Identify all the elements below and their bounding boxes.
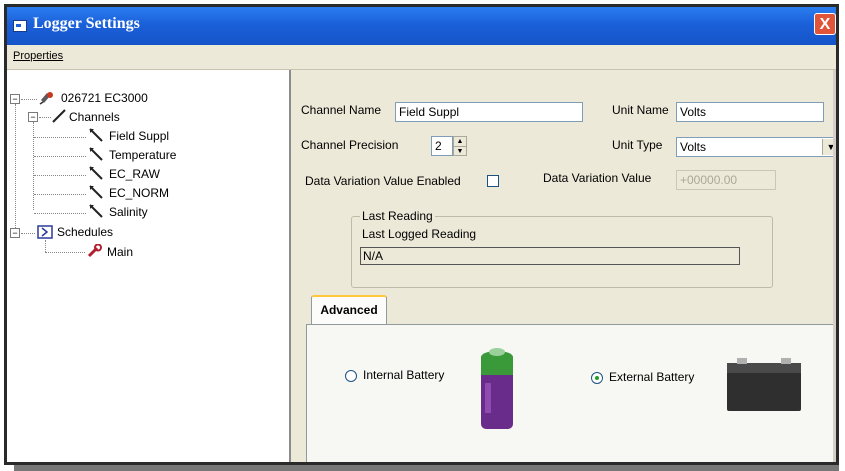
external-battery-radio[interactable] [591,372,603,384]
probe-icon [89,185,103,199]
panel-edge [833,70,836,462]
tree-root-label[interactable]: 026721 EC3000 [61,91,148,105]
dv-value-label: Data Variation Value [543,171,652,185]
window-shadow [14,465,839,471]
tree-schedules-label[interactable]: Schedules [57,225,113,239]
tree-connector [34,137,86,138]
channels-expander[interactable]: − [28,112,38,122]
probe-icon [89,204,103,218]
external-battery-label[interactable]: External Battery [609,370,694,384]
advanced-tab-panel: Internal Battery External Battery [306,324,836,462]
tree-channel-salinity[interactable]: Salinity [109,205,148,219]
tree-channel-field-suppl[interactable]: Field Suppl [109,129,169,143]
tree-connector [21,233,35,234]
channel-name-label: Channel Name [301,103,382,117]
tab-advanced[interactable]: Advanced [311,295,387,325]
unit-name-input[interactable]: Volts [676,102,824,122]
unit-type-value: Volts [680,140,707,154]
channel-precision-label: Channel Precision [301,138,399,152]
tree-connector [33,122,34,210]
schedule-icon [37,225,53,239]
internal-battery-radio[interactable] [345,370,357,382]
last-logged-reading-value: N/A [360,247,740,265]
tree-channel-ec-raw[interactable]: EC_RAW [109,167,160,181]
tree-connector [45,240,46,252]
internal-battery-image [481,348,513,429]
channel-precision-input[interactable]: 2 [431,136,453,156]
tree-connector [34,156,86,157]
schedules-expander[interactable]: − [10,228,20,238]
chevron-down-icon[interactable]: ▼ [822,139,836,155]
precision-spinner[interactable]: ▲ ▼ [453,136,467,156]
logger-device-icon [39,92,53,105]
tree-connector [34,213,86,214]
tree-connector [45,252,85,253]
internal-battery-label[interactable]: Internal Battery [363,368,444,382]
probe-icon [89,166,103,180]
wrench-icon [87,244,102,258]
channel-tree: − 026721 EC3000 − Channels Field Suppl T… [7,70,291,462]
tree-connector [21,99,37,100]
menu-bar: Properties [7,45,836,70]
channel-name-input[interactable]: Field Suppl [395,102,583,122]
dv-enabled-checkbox[interactable] [487,175,499,187]
last-logged-reading-label: Last Logged Reading [362,227,477,241]
menu-properties[interactable]: Properties [13,50,63,62]
last-reading-group: Last Reading Last Logged Reading N/A [351,209,773,288]
channel-properties-panel: Channel Name Field Suppl Unit Name Volts… [291,70,836,462]
window-title: Logger Settings [33,15,140,32]
unit-name-label: Unit Name [612,103,669,117]
channels-icon [52,109,66,123]
tree-connector [15,104,16,234]
tree-schedule-main[interactable]: Main [107,245,133,259]
last-reading-title: Last Reading [360,209,435,223]
tree-channels-label[interactable]: Channels [69,110,120,124]
spin-down-icon[interactable]: ▼ [454,147,466,156]
probe-icon [89,147,103,161]
tree-connector [34,194,86,195]
close-button[interactable]: X [814,13,836,35]
dv-value-input: +00000.00 [676,170,776,190]
spin-up-icon[interactable]: ▲ [454,137,466,147]
unit-type-label: Unit Type [612,138,663,152]
tree-channel-temperature[interactable]: Temperature [109,148,176,162]
window-icon [13,20,27,32]
tree-connector [34,175,86,176]
title-bar[interactable]: Logger Settings X [7,7,836,45]
probe-icon [89,128,103,142]
tree-connector [39,117,51,118]
dv-enabled-label: Data Variation Value Enabled [305,174,461,188]
unit-type-select[interactable]: Volts ▼ [676,137,836,157]
logger-settings-window: Logger Settings X Properties − 026721 EC… [4,4,839,465]
root-expander[interactable]: − [10,94,20,104]
external-battery-image [727,358,801,411]
tree-channel-ec-norm[interactable]: EC_NORM [109,186,169,200]
